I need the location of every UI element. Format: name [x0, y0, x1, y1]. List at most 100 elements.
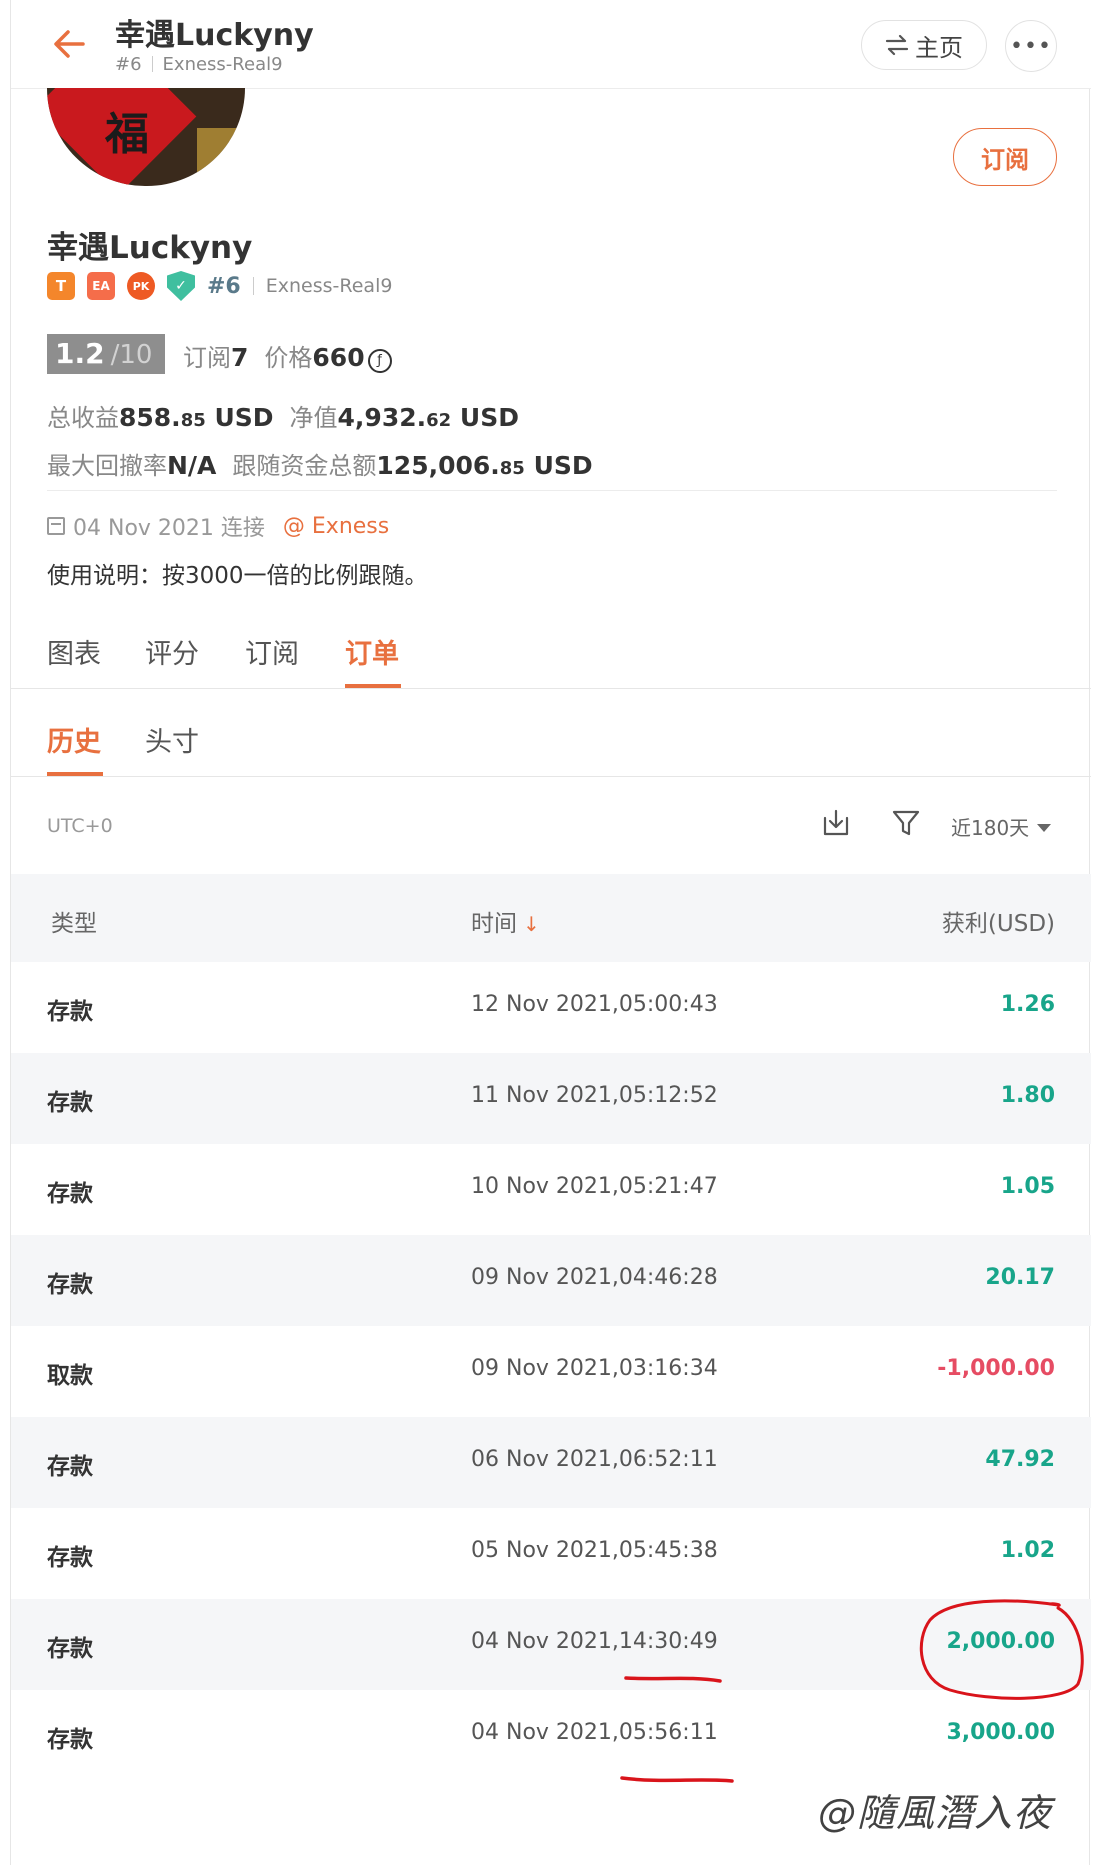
app-frame: 幸遇Luckyny #6 Exness-Real9 主页 ••• 福 订阅 幸遇L… [10, 0, 1091, 1865]
sub-tabs: 历史 头寸 [11, 708, 1091, 777]
row-type: 存款 [47, 1272, 93, 1298]
table-row[interactable]: 取款 09 Nov 2021,03:16:34 -1,000.00 [11, 1326, 1091, 1417]
row-time: 10 Nov 2021,05:21:47 [471, 1174, 718, 1199]
download-icon[interactable] [821, 808, 851, 838]
table-row[interactable]: 存款 12 Nov 2021,05:00:43 1.26 [11, 962, 1091, 1053]
total-profit-label: 总收益 [47, 404, 119, 432]
broker-link[interactable]: @ Exness [283, 514, 389, 539]
drawdown-follow-line: 最大回撤率N/A 跟随资金总额125,006.85 USD [47, 446, 593, 481]
subscribe-button[interactable]: 订阅 [953, 128, 1057, 186]
sort-down-icon: ↓ [523, 912, 540, 936]
rank-label: #6 [207, 273, 241, 299]
row-time: 11 Nov 2021,05:12:52 [471, 1083, 718, 1108]
equity-dec: 62 [426, 410, 452, 431]
badge-row: T EA PK ✓ #6 Exness-Real9 [47, 270, 392, 302]
home-button[interactable]: 主页 [861, 20, 987, 70]
usage-note: 使用说明：按3000一倍的比例跟随。 [47, 563, 428, 589]
col-time-label: 时间 [471, 911, 517, 937]
tab-rating[interactable]: 评分 [145, 632, 199, 671]
table-row[interactable]: 存款 11 Nov 2021,05:12:52 1.80 [11, 1053, 1091, 1144]
row-type: 存款 [47, 1636, 93, 1662]
tab-history[interactable]: 历史 [47, 720, 101, 759]
row-profit: 1.26 [1000, 992, 1055, 1017]
equity-int: 4,932. [337, 403, 427, 432]
row-time: 06 Nov 2021,06:52:11 [471, 1447, 718, 1472]
chevron-down-icon [1037, 824, 1052, 832]
date-range-dropdown[interactable]: 近180天 [951, 812, 1052, 841]
coin-icon: ƒ [367, 349, 392, 373]
follow-funds-int: 125,006. [376, 451, 500, 480]
top-bar: 幸遇Luckyny #6 Exness-Real9 主页 ••• [11, 0, 1091, 89]
more-icon: ••• [1010, 33, 1052, 59]
row-profit: 1.02 [1000, 1538, 1055, 1563]
filter-icon[interactable] [891, 808, 921, 838]
row-type: 存款 [47, 1454, 93, 1480]
score-badge: 1.2 /10 [47, 334, 165, 374]
tab-orders[interactable]: 订单 [345, 632, 399, 671]
row-type: 存款 [47, 1181, 93, 1207]
row-time: 12 Nov 2021,05:00:43 [471, 992, 718, 1017]
col-time[interactable]: 时间 ↓ [471, 904, 540, 938]
follow-funds-label: 跟随资金总额 [232, 452, 377, 480]
table-row[interactable]: 存款 04 Nov 2021,05:56:11 3,000.00 [11, 1690, 1091, 1781]
row-profit: 47.92 [985, 1447, 1055, 1472]
active-tab-indicator [345, 684, 401, 688]
table-header: 类型 时间 ↓ 获利(USD) [11, 874, 1091, 962]
profile-name: 幸遇Luckyny [47, 230, 253, 266]
row-time: 05 Nov 2021,05:45:38 [471, 1538, 718, 1563]
row-profit: 1.80 [1000, 1083, 1055, 1108]
row-time: 09 Nov 2021,04:46:28 [471, 1265, 718, 1290]
table-row[interactable]: 存款 05 Nov 2021,05:45:38 1.02 [11, 1508, 1091, 1599]
row-type: 存款 [47, 999, 93, 1025]
watermark: @隨風潛入夜 [818, 1791, 1053, 1835]
connected-date: 04 Nov 2021 连接 [73, 516, 265, 541]
row-type: 取款 [47, 1363, 93, 1389]
subs-price-line: 订阅7 价格660 ƒ [183, 338, 392, 373]
pk-fire-badge-icon: PK [127, 272, 155, 300]
row-type: 存款 [47, 1090, 93, 1116]
divider [47, 490, 1057, 491]
total-profit-unit: USD [214, 403, 274, 432]
score-max: /10 [110, 340, 153, 370]
tab-subscription[interactable]: 订阅 [245, 632, 299, 671]
score-value: 1.2 [55, 337, 105, 370]
back-arrow-icon[interactable] [51, 22, 95, 66]
col-type: 类型 [51, 911, 97, 937]
more-options-button[interactable]: ••• [1005, 20, 1057, 72]
tab-chart[interactable]: 图表 [47, 632, 101, 671]
drawdown-value: N/A [167, 451, 217, 480]
main-tabs: 图表 评分 订阅 订单 [11, 620, 1091, 689]
header-rank: #6 [115, 54, 142, 75]
page-title: 幸遇Luckyny [115, 18, 314, 53]
order-history-table: 存款 12 Nov 2021,05:00:43 1.26 存款 11 Nov 2… [11, 962, 1091, 1781]
row-type: 存款 [47, 1727, 93, 1753]
account-label: Exness-Real9 [265, 275, 393, 297]
price-value: 660 [312, 343, 365, 372]
connection-info: 04 Nov 2021 连接 @ Exness [47, 510, 389, 542]
row-profit: -1,000.00 [937, 1356, 1055, 1381]
trader-badge-icon: T [47, 272, 75, 300]
date-range-value: 近180天 [951, 816, 1030, 840]
equity-unit: USD [459, 403, 519, 432]
equity-label: 净值 [289, 404, 338, 432]
row-time: 09 Nov 2021,03:16:34 [471, 1356, 718, 1381]
row-time: 04 Nov 2021,14:30:49 [471, 1629, 718, 1654]
header-subtitle: #6 Exness-Real9 [115, 54, 283, 75]
table-row[interactable]: 存款 04 Nov 2021,14:30:49 2,000.00 [11, 1599, 1091, 1690]
table-row[interactable]: 存款 09 Nov 2021,04:46:28 20.17 [11, 1235, 1091, 1326]
drawdown-label: 最大回撤率 [47, 452, 167, 480]
row-profit: 3,000.00 [946, 1720, 1055, 1745]
follow-funds-dec: 85 [499, 458, 525, 479]
total-profit-int: 858. [119, 403, 181, 432]
tab-positions[interactable]: 头寸 [145, 720, 199, 759]
timezone-label: UTC+0 [47, 815, 113, 837]
row-time: 04 Nov 2021,05:56:11 [471, 1720, 718, 1745]
profit-equity-line: 总收益858.85 USD 净值4,932.62 USD [47, 398, 519, 433]
subs-label: 订阅 [183, 344, 231, 372]
row-type: 存款 [47, 1545, 93, 1571]
table-row[interactable]: 存款 10 Nov 2021,05:21:47 1.05 [11, 1144, 1091, 1235]
follow-funds-unit: USD [533, 451, 593, 480]
table-row[interactable]: 存款 06 Nov 2021,06:52:11 47.92 [11, 1417, 1091, 1508]
swap-icon [885, 34, 909, 56]
price-label: 价格 [264, 344, 313, 372]
